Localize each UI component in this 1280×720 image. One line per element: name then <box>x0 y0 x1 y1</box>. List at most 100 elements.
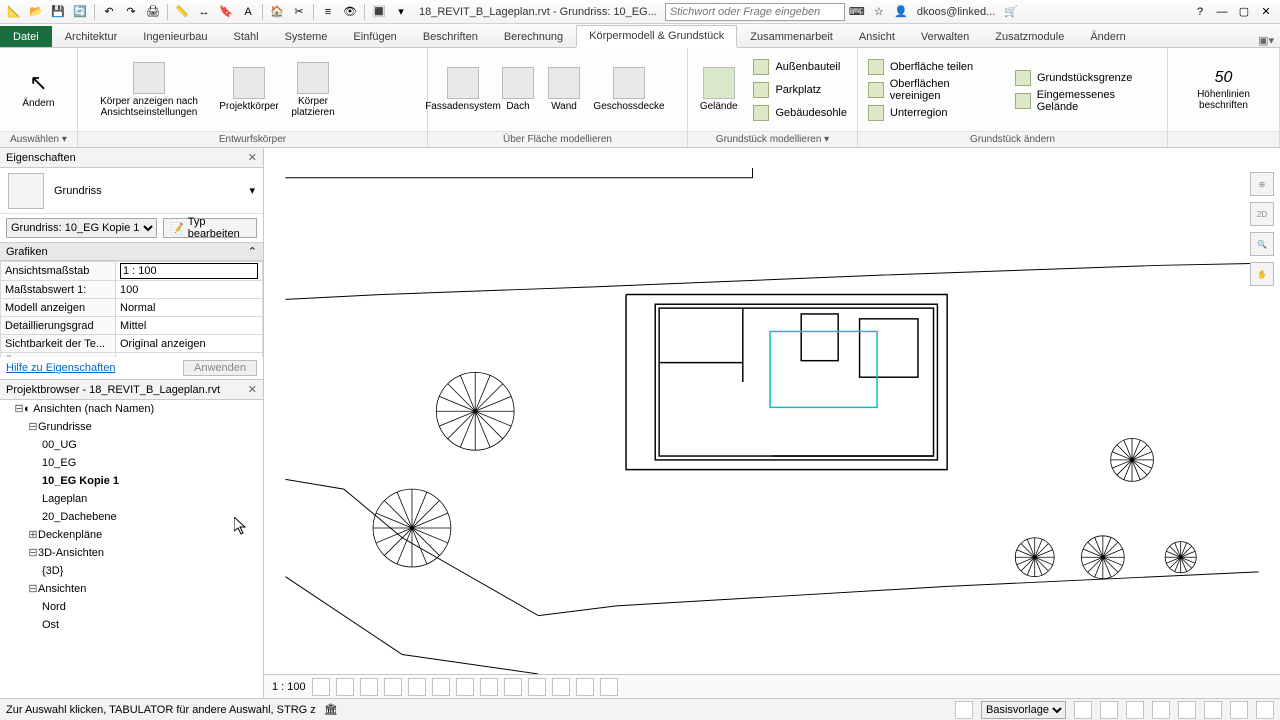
worksharing-icon[interactable] <box>552 678 570 696</box>
select-underlay-icon[interactable] <box>1152 701 1170 719</box>
signin-icon[interactable]: 👤 <box>891 2 911 22</box>
workset-icon[interactable] <box>955 701 973 719</box>
minimize-icon[interactable]: — <box>1212 2 1232 22</box>
help-icon[interactable]: ? <box>1190 2 1210 22</box>
pb-ansichten[interactable]: ⊟Ansichten NordOst <box>28 580 263 634</box>
tab-zusammenarbeit[interactable]: Zusammenarbeit <box>737 26 846 47</box>
property-line-button[interactable]: Grundstücksgrenze <box>1011 68 1161 88</box>
select-links-icon[interactable] <box>1126 701 1144 719</box>
floor-button[interactable]: Geschossdecke <box>590 67 668 112</box>
show-mass-button[interactable]: Körper anzeigen nach Ansichtseinstellung… <box>84 62 214 118</box>
workset-combo[interactable]: Basisvorlage <box>981 701 1066 719</box>
navwheel-icon[interactable]: ⊕ <box>1250 172 1274 196</box>
design-options-icon[interactable] <box>1100 701 1118 719</box>
tab-verwalten[interactable]: Verwalten <box>908 26 982 47</box>
apply-button[interactable]: Anwenden <box>183 360 257 376</box>
tab-ansicht[interactable]: Ansicht <box>846 26 908 47</box>
pb-item[interactable]: 20_Dachebene <box>42 508 263 526</box>
select-face-icon[interactable] <box>1204 701 1222 719</box>
label-contours-button[interactable]: 50 Höhenlinien beschriften <box>1195 69 1253 111</box>
properties-help-link[interactable]: Hilfe zu Eigenschaften <box>6 362 115 374</box>
pb-item[interactable]: {3D} <box>42 562 263 580</box>
prop-value[interactable] <box>116 262 263 281</box>
zoom-tools-icon[interactable]: 🔍 <box>1250 232 1274 256</box>
prop-value[interactable]: Original anzeigen <box>116 335 263 353</box>
maximize-icon[interactable]: ▢ <box>1234 2 1254 22</box>
pb-deckenplane[interactable]: ⊞Deckenpläne <box>28 526 263 544</box>
sun-path-icon[interactable] <box>360 678 378 696</box>
status-icon[interactable]: 🏛 <box>324 703 338 716</box>
dropdown-icon[interactable]: ▾ <box>391 2 411 22</box>
roof-button[interactable]: Dach <box>498 67 538 112</box>
prop-value[interactable]: Normal <box>116 299 263 317</box>
view3d-icon[interactable]: 🏠 <box>267 2 287 22</box>
search-input[interactable] <box>665 3 845 21</box>
visual-style-icon[interactable] <box>336 678 354 696</box>
pb-item[interactable]: Nord <box>42 598 263 616</box>
tab-berechnung[interactable]: Berechnung <box>491 26 576 47</box>
shadows-icon[interactable] <box>384 678 402 696</box>
open-icon[interactable]: 📂 <box>26 2 46 22</box>
pb-item[interactable]: 00_UG <box>42 436 263 454</box>
crop-view-icon[interactable] <box>432 678 450 696</box>
pb-item[interactable]: 10_EG <box>42 454 263 472</box>
subregion-button[interactable]: Unterregion <box>864 103 1005 123</box>
merge-surfaces-button[interactable]: Oberflächen vereinigen <box>864 80 1005 100</box>
tab-file[interactable]: Datei <box>0 26 52 47</box>
view-scale[interactable]: 1 : 100 <box>272 681 306 693</box>
prop-value[interactable]: Bearbeiten <box>116 353 263 358</box>
select-pinned-icon[interactable] <box>1178 701 1196 719</box>
tab-beschriften[interactable]: Beschriften <box>410 26 491 47</box>
edit-type-button[interactable]: 📝 Typ bearbeiten <box>163 218 257 238</box>
tab-zusatzmodule[interactable]: Zusatzmodule <box>982 26 1077 47</box>
drawing-canvas[interactable] <box>264 168 1280 674</box>
star-icon[interactable]: ☆ <box>869 2 889 22</box>
thin-lines-icon[interactable]: ≡ <box>318 2 338 22</box>
switch-windows-icon[interactable]: 🔳 <box>369 2 389 22</box>
filter-icon[interactable] <box>1256 701 1274 719</box>
tab-einf-gen[interactable]: Einfügen <box>340 26 409 47</box>
pan-icon[interactable]: ✋ <box>1250 262 1274 286</box>
rendering-icon[interactable] <box>408 678 426 696</box>
dimension-icon[interactable]: ↔ <box>194 2 214 22</box>
type-name[interactable]: Grundriss <box>54 185 239 197</box>
type-dropdown-icon[interactable]: ▾ <box>249 184 255 197</box>
modify-button[interactable]: ↖ Ändern <box>10 70 68 109</box>
keyboard-icon[interactable]: ⌨ <box>847 2 867 22</box>
pb-item[interactable]: Lageplan <box>42 490 263 508</box>
drag-elements-icon[interactable] <box>1230 701 1248 719</box>
ribbon-collapse-icon[interactable]: ▣▾ <box>1258 34 1280 47</box>
tag-icon[interactable]: 🔖 <box>216 2 236 22</box>
text-icon[interactable]: A <box>238 2 258 22</box>
pb-grundrisse[interactable]: ⊟Grundrisse 00_UG10_EG10_EG Kopie 1Lagep… <box>28 418 263 526</box>
print-icon[interactable]: 🖨 <box>143 2 163 22</box>
undo-icon[interactable]: ↶ <box>99 2 119 22</box>
sync-icon[interactable]: 🔄 <box>70 2 90 22</box>
parking-button[interactable]: Parkplatz <box>749 80 851 100</box>
editable-only-icon[interactable] <box>1074 701 1092 719</box>
collapse-category-icon[interactable]: ⌃ <box>248 245 257 258</box>
pb-3d[interactable]: ⊟3D-Ansichten {3D} <box>28 544 263 580</box>
measure-icon[interactable]: 📏 <box>172 2 192 22</box>
close-properties-icon[interactable]: ✕ <box>248 151 257 164</box>
tab-systeme[interactable]: Systeme <box>272 26 341 47</box>
site-component-button[interactable]: Außenbauteil <box>749 57 851 77</box>
save-icon[interactable]: 💾 <box>48 2 68 22</box>
app-icon[interactable]: 📐 <box>4 2 24 22</box>
pb-item[interactable]: Ost <box>42 616 263 634</box>
detail-level-icon[interactable] <box>312 678 330 696</box>
place-mass-button[interactable]: Körper platzieren <box>284 62 342 118</box>
viewcube-2d-icon[interactable]: 2D <box>1250 202 1274 226</box>
unlock-3d-icon[interactable] <box>480 678 498 696</box>
prop-value[interactable]: 100 <box>116 281 263 299</box>
tab-ingenieurbau[interactable]: Ingenieurbau <box>130 26 220 47</box>
close-browser-icon[interactable]: ✕ <box>248 383 257 396</box>
crop-region-icon[interactable] <box>456 678 474 696</box>
toposurface-button[interactable]: Gelände <box>694 67 743 112</box>
exchange-icon[interactable]: 🛒 <box>1001 2 1021 22</box>
wall-button[interactable]: Wand <box>544 67 584 112</box>
pb-root[interactable]: ⊟◐ Ansichten (nach Namen) ⊟Grundrisse 00… <box>14 400 263 634</box>
tab-k-rpermodell-grundst-ck[interactable]: Körpermodell & Grundstück <box>576 25 737 48</box>
tab-stahl[interactable]: Stahl <box>221 26 272 47</box>
prop-value[interactable]: Mittel <box>116 317 263 335</box>
